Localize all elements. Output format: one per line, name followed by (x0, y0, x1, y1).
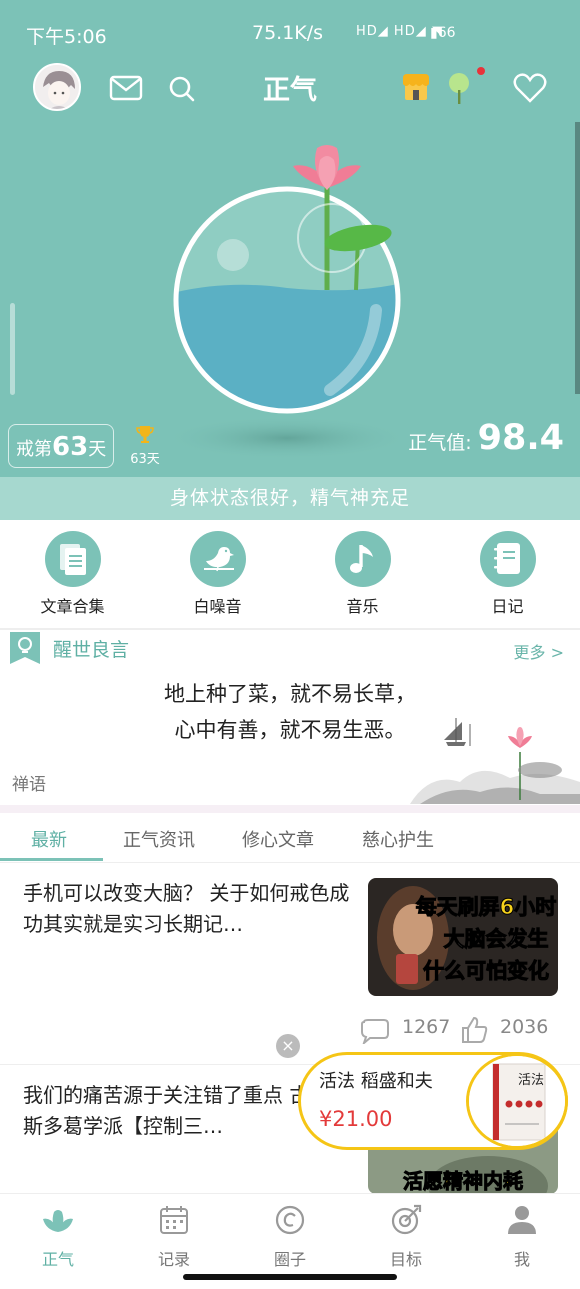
more-link[interactable]: 更多 > (514, 639, 565, 663)
ink-landscape-illustration (410, 718, 580, 804)
lotus-bowl-illustration[interactable] (150, 140, 430, 460)
score-label: 正气值: (408, 432, 472, 454)
app-bar: 正气 (0, 56, 580, 118)
comment-count: 1267 (402, 1016, 451, 1038)
score-display: 正气值: 98.4 (408, 418, 564, 458)
quote-section-title: 醒世良言 (53, 639, 130, 661)
trophy-icon (136, 426, 154, 443)
music-note-icon (334, 531, 391, 587)
article-tabs: 最新 正气资讯 修心文章 慈心护生 (0, 813, 580, 863)
comment-icon[interactable] (360, 1018, 390, 1044)
heart-icon[interactable] (510, 68, 550, 108)
book-title: 活法 (518, 1073, 544, 1088)
bird-icon (189, 531, 246, 587)
tree-icon[interactable] (439, 68, 479, 108)
user-icon (508, 1206, 536, 1234)
days-count: 63 (52, 432, 89, 462)
book-cover-image: 活法 (466, 1053, 568, 1149)
nav-label: 圈子 (273, 1250, 306, 1269)
feature-label: 日记 (491, 597, 524, 616)
battery-icon: ▮66 (430, 25, 456, 41)
promo-product-name: 活法 稻盛和夫 (319, 1071, 433, 1092)
feature-white-noise[interactable]: 白噪音 (145, 520, 290, 628)
nav-goals[interactable]: 目标 (348, 1202, 464, 1270)
status-time: 下午5:06 (26, 26, 107, 48)
status-net-speed: 75.1K/s (252, 22, 324, 44)
score-value: 98.4 (477, 418, 564, 458)
page-title: 正气 (263, 75, 317, 106)
feature-row: 文章合集 白噪音 音乐 日记 (0, 520, 580, 628)
tab-life-protection[interactable]: 慈心护生 (362, 826, 434, 852)
nav-label: 我 (513, 1250, 530, 1269)
nav-zhengqi[interactable]: 正气 (0, 1202, 116, 1270)
feature-label: 白噪音 (193, 597, 242, 616)
promo-price: ¥21.00 (319, 1107, 393, 1131)
article-thumbnail[interactable]: 每天刷屏6小时 大脑会发生 什么可怕变化 (368, 878, 558, 996)
notebook-icon (479, 531, 536, 587)
thumb-text-2: 大脑会发生 (444, 927, 549, 951)
abstinence-days[interactable]: 戒第63天 (8, 424, 114, 468)
thumb-text-3: 什么可怕变化 (423, 959, 549, 983)
trophy-days: 63天 (130, 452, 160, 467)
document-icon (44, 531, 101, 587)
thumb-text-1: 每天刷屏6小时 (416, 895, 557, 919)
feature-label: 文章合集 (40, 597, 105, 616)
trophy-badge[interactable]: 63天 (128, 424, 162, 467)
calendar-icon (160, 1206, 188, 1234)
notification-dot (477, 67, 485, 75)
quote-category: 禅语 (12, 775, 46, 795)
nav-records[interactable]: 记录 (116, 1202, 232, 1270)
nav-label: 正气 (41, 1250, 74, 1269)
product-promo-popup[interactable]: 活法 稻盛和夫 ¥21.00 活法 (298, 1052, 568, 1150)
circle-icon (275, 1205, 305, 1235)
feature-label: 音乐 (346, 597, 379, 616)
shop-icon[interactable] (396, 68, 436, 108)
nav-label: 目标 (389, 1250, 422, 1269)
feature-music[interactable]: 音乐 (290, 520, 435, 628)
article-title[interactable]: 手机可以改变大脑？ 关于如何戒色成功其实就是实习长期记… (23, 878, 363, 940)
body-status-bar: 身体状态很好，精气神充足 (0, 477, 580, 520)
thumb-text: 活愿精神内耗 (403, 1169, 523, 1193)
tab-mind-articles[interactable]: 修心文章 (242, 826, 314, 852)
like-icon[interactable] (460, 1016, 488, 1044)
hero-panel: 下午5:06 75.1K/s HD◢ HD◢ ◥ ▮66 正气 戒第63天 63… (0, 0, 580, 477)
feature-articles[interactable]: 文章合集 (0, 520, 145, 628)
bulb-bookmark-icon (10, 632, 40, 664)
lotus-icon (43, 1210, 73, 1232)
home-indicator[interactable] (183, 1274, 397, 1280)
quote-header: 醒世良言 更多 > (10, 630, 570, 664)
nav-label: 记录 (157, 1250, 190, 1269)
target-icon (391, 1204, 422, 1235)
like-count: 2036 (500, 1016, 549, 1038)
feature-diary[interactable]: 日记 (435, 520, 580, 628)
tab-indicator (0, 858, 103, 861)
section-gap (0, 805, 580, 813)
close-icon[interactable]: × (276, 1034, 300, 1058)
battery-level: 66 (437, 25, 456, 41)
days-suffix: 天 (88, 439, 107, 460)
tab-latest[interactable]: 最新 (31, 826, 67, 852)
quote-line-1: 地上种了菜，就不易长草， (164, 682, 416, 706)
tab-news[interactable]: 正气资讯 (123, 826, 195, 852)
scroll-indicator (10, 303, 15, 395)
nav-me[interactable]: 我 (464, 1202, 580, 1270)
nav-circle[interactable]: 圈子 (232, 1202, 348, 1270)
scroll-indicator-right (575, 122, 580, 394)
days-prefix: 戒第 (16, 439, 52, 460)
